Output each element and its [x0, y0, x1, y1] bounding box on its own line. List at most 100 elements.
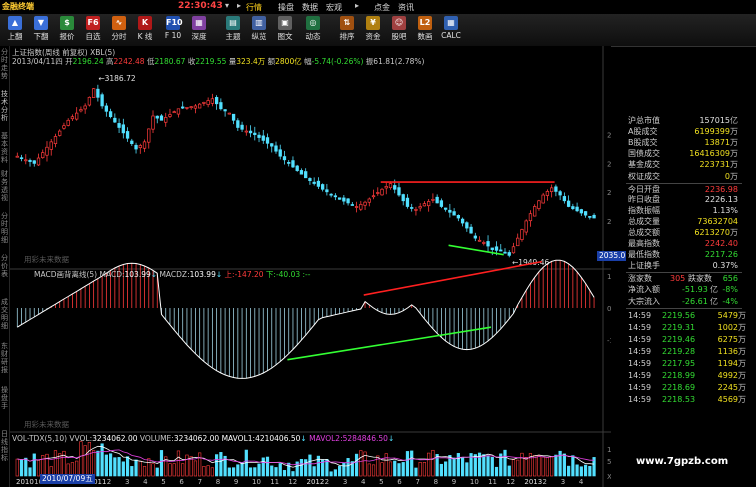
candle-body: [363, 201, 367, 206]
volume-bar: [533, 455, 537, 477]
toolbar-button-kline[interactable]: K K 线: [132, 15, 158, 45]
toolbar-button-favorites[interactable]: F6 自选: [80, 15, 106, 45]
left-tab-1[interactable]: 技术分析: [0, 90, 9, 130]
candle-body: [117, 123, 121, 128]
volume-bar: [299, 458, 304, 477]
scroll-icon[interactable]: ▸: [352, 1, 362, 11]
candle-body: [248, 130, 253, 134]
toolbar-button-calculator[interactable]: ▦ CALC: [438, 15, 464, 45]
mavol1-value: 4210406.50: [255, 434, 301, 443]
price-tick: 2600: [607, 160, 611, 168]
chart-area[interactable]: 上证指数(周线 前复权) XBL(5) 2013/04/11四 开2196.24…: [10, 46, 611, 487]
toolbar-button-overview[interactable]: ▥ 纵览: [246, 15, 272, 45]
volume-bar: [460, 457, 465, 477]
kline-chart-svg[interactable]: ←3186.72←1949.46用彩未来数据用彩未来数据 28002600240…: [10, 46, 611, 487]
menu-trading[interactable]: 操盘: [278, 2, 294, 13]
tick-row: 14:59 2217.95 1194 万: [628, 359, 746, 369]
volume-bar: [193, 460, 198, 477]
menu-dianjin[interactable]: 点金: [374, 2, 390, 13]
toolbar-button-draw[interactable]: L2 数画: [412, 15, 438, 45]
candle-body: [265, 137, 270, 144]
menu-data[interactable]: 数据: [302, 2, 318, 13]
toolbar-button-theme[interactable]: ▤ 主题: [220, 15, 246, 45]
left-tab-2[interactable]: 基本资料: [0, 132, 9, 172]
x-axis-label: 7: [198, 478, 202, 486]
candle-body: [566, 200, 571, 207]
stat-value: 16416309万: [689, 149, 738, 159]
volume-bar: [562, 453, 566, 477]
volume-bar: [257, 463, 261, 477]
menu-macro[interactable]: 宏观: [326, 2, 342, 13]
x-axis-label: 3: [561, 478, 565, 486]
left-tab-3[interactable]: 财务透视: [0, 170, 9, 210]
candle-body: [592, 214, 596, 219]
macd-divergence-green: [287, 326, 492, 361]
toolbar-button-depth[interactable]: ▦ 深度: [186, 15, 212, 45]
left-tab-8[interactable]: 操盘手: [0, 386, 9, 426]
x-axis-label: 10: [470, 478, 479, 486]
left-tab-0[interactable]: 分时走势: [0, 48, 9, 88]
candle-body: [511, 246, 516, 254]
price-tick: 2800: [607, 132, 611, 140]
volume-bar: [210, 467, 214, 477]
volume-bar: [431, 449, 435, 477]
stat-label: 上证换手: [628, 261, 660, 271]
minimize-icon[interactable]: ▾: [222, 1, 232, 11]
toolbar-button-chart-text[interactable]: ▣ 图文: [272, 15, 298, 45]
toolbar-button-quote[interactable]: $ 报价: [54, 15, 80, 45]
left-tab-9[interactable]: 日线指标: [0, 430, 9, 470]
candle-body: [439, 200, 444, 207]
candle-body: [282, 156, 287, 161]
candle-body: [410, 207, 414, 209]
candle-body: [172, 111, 176, 114]
candle-body: [435, 196, 439, 204]
stat-value: 1.13%: [712, 205, 738, 215]
candle-body: [299, 170, 304, 175]
left-tab-7[interactable]: 东财研报: [0, 342, 9, 382]
volume-bar: [494, 466, 499, 477]
candle-body: [36, 157, 41, 166]
toolbar-label: 资金: [365, 32, 381, 41]
toolbar-label: 上翻: [7, 32, 23, 41]
candle-body: [380, 188, 384, 196]
x-axis-label: 10: [252, 478, 261, 486]
menu-news[interactable]: 资讯: [398, 2, 414, 13]
toolbar-button-timeshare[interactable]: ∿ 分时: [106, 15, 132, 45]
volume-bar: [138, 460, 142, 477]
candle-body: [134, 144, 138, 150]
volume-bar: [545, 457, 550, 477]
macd-name: MACD画背离线(5): [34, 270, 98, 279]
stat-row: 沪总市值 157015亿: [626, 115, 742, 126]
candle-body: [274, 145, 278, 152]
toolbar-button-dynamic[interactable]: ◎ 动态: [300, 15, 326, 45]
menu-quotes[interactable]: 行情: [246, 2, 262, 13]
stat-row: 最高指数 2242.40: [626, 238, 742, 249]
left-tab-5[interactable]: 分价表: [0, 254, 9, 294]
menu-arrow-icon[interactable]: ▸: [234, 1, 244, 11]
candle-body: [142, 141, 147, 149]
toolbar-button-f10[interactable]: F10 F 10: [160, 15, 186, 45]
candle-body: [465, 222, 469, 229]
toolbar-button-fund[interactable]: ¥ 资金: [360, 15, 386, 45]
toolbar-button-page-down[interactable]: ▼ 下翻: [28, 15, 54, 45]
toolbar-button-forum[interactable]: ☺ 股吧: [386, 15, 412, 45]
stat-row: 权证成交 0万: [626, 171, 742, 182]
tick-row: 14:59 2219.46 6275 万: [628, 335, 746, 345]
left-tab-4[interactable]: 分时明细: [0, 212, 9, 252]
forum-icon: ☺: [392, 16, 406, 30]
volume-bar: [231, 467, 236, 477]
stat-value: 2226.13: [704, 194, 738, 204]
stat-row: 上证换手 0.37%: [626, 260, 742, 271]
candle-body: [91, 88, 96, 98]
toolbar-button-sort[interactable]: ⇅ 排序: [334, 15, 360, 45]
left-tab-6[interactable]: 成交明细: [0, 298, 9, 338]
candle-body: [83, 105, 87, 110]
volume-bar: [176, 450, 181, 477]
volume-bar: [482, 454, 486, 477]
candle-body: [257, 134, 261, 138]
timeshare-icon: ∿: [112, 16, 126, 30]
breadth-row: 涨家数 305 跌家数 656: [626, 272, 742, 284]
candle-body: [571, 206, 575, 210]
toolbar: ▲ 上翻 ▼ 下翻 $ 报价 F6 自选 ∿ 分时 K K 线 F10 F 10 ▦ 深度 ▤ 主题 ▥ 纵览 ▣ 图文 ◎…: [0, 14, 756, 47]
toolbar-button-page-up[interactable]: ▲ 上翻: [2, 15, 28, 45]
